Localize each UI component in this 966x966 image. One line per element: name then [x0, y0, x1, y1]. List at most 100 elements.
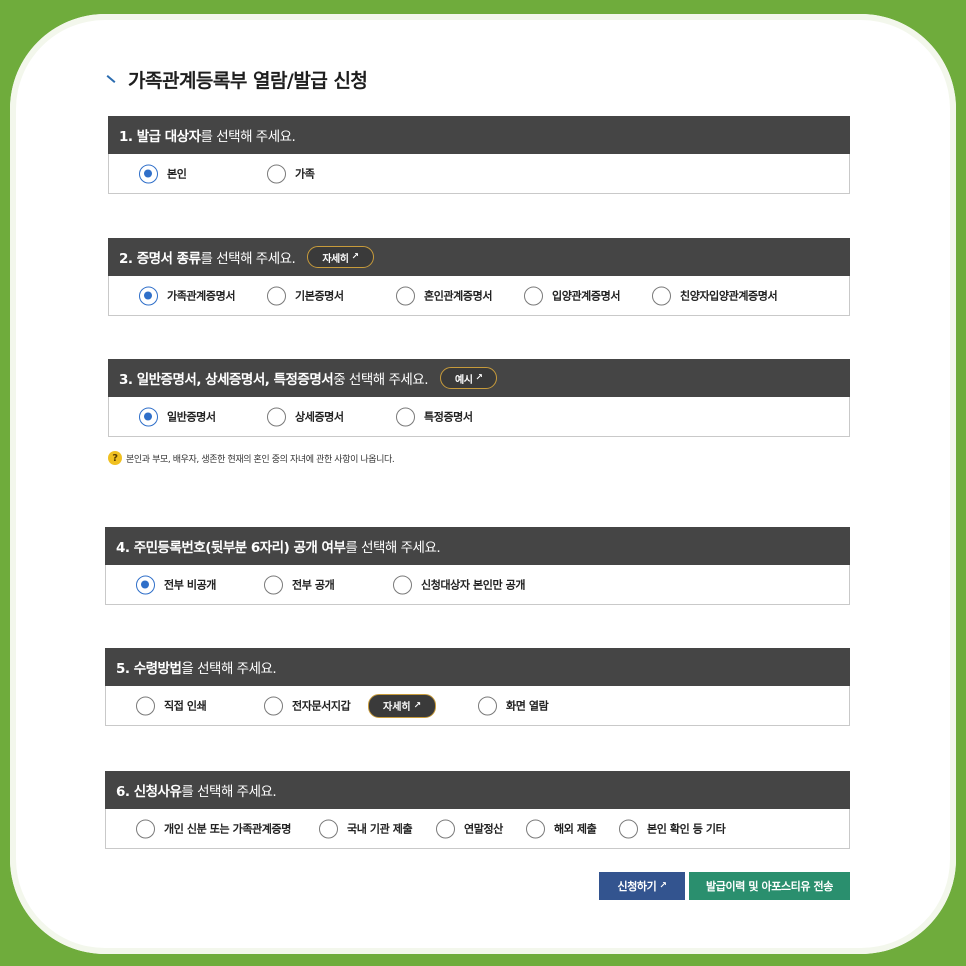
option-detailed[interactable]: 상세증명서 — [267, 407, 344, 426]
radio-icon[interactable] — [264, 696, 283, 715]
radio-checked-icon[interactable] — [139, 164, 158, 183]
radio-icon[interactable] — [136, 696, 155, 715]
detail-button[interactable]: 자세히 ↗ — [307, 246, 374, 268]
option-general[interactable]: 일반증명서 — [139, 407, 216, 426]
option-label: 개인 신분 또는 가족관계증명 — [164, 822, 291, 836]
option-basic[interactable]: 기본증명서 — [267, 286, 344, 305]
option-label: 신청대상자 본인만 공개 — [421, 578, 526, 592]
radio-checked-icon[interactable] — [136, 575, 155, 594]
radio-checked-icon[interactable] — [139, 407, 158, 426]
radio-icon[interactable] — [264, 575, 283, 594]
option-domestic[interactable]: 국내 기관 제출 — [319, 819, 413, 838]
radio-icon[interactable] — [524, 286, 543, 305]
section-title: 6. 신청사유 — [116, 784, 182, 800]
radio-icon[interactable] — [478, 696, 497, 715]
option-overseas[interactable]: 해외 제출 — [526, 819, 597, 838]
section-title-rest: 을 선택해 주세요. — [181, 661, 277, 677]
radio-checked-icon[interactable] — [139, 286, 158, 305]
option-label: 혼인관계증명서 — [424, 289, 493, 303]
section-title: 2. 증명서 종류 — [119, 251, 201, 267]
section-header: 3. 일반증명서, 상세증명서, 특정증명서 중 선택해 주세요. 예시 ↗ — [108, 359, 850, 397]
option-full-adoption[interactable]: 친양자입양관계증명서 — [652, 286, 778, 305]
radio-icon[interactable] — [436, 819, 455, 838]
option-row: 직접 인쇄 전자문서지갑 자세히 ↗ 화면 열람 — [105, 686, 850, 726]
option-all-private[interactable]: 전부 비공개 — [136, 575, 216, 594]
section-receive-method: 5. 수령방법 을 선택해 주세요. 직접 인쇄 전자문서지갑 자세히 ↗ 화면 열… — [105, 648, 850, 726]
section-title: 4. 주민등록번호(뒷부분 6자리) 공개 여부 — [116, 540, 346, 556]
send-history-button[interactable]: 발급이력 및 아포스티유 전송 — [689, 872, 850, 900]
section-title-rest: 를 선택해 주세요. — [181, 784, 277, 800]
section-header: 2. 증명서 종류 를 선택해 주세요. 자세히 ↗ — [108, 238, 850, 276]
option-family[interactable]: 가족 — [267, 164, 315, 183]
radio-icon[interactable] — [619, 819, 638, 838]
section-header: 1. 발급 대상자 를 선택해 주세요. — [108, 116, 850, 154]
radio-icon[interactable] — [396, 286, 415, 305]
option-label: 가족 — [295, 167, 315, 181]
radio-icon[interactable] — [136, 819, 155, 838]
option-specific[interactable]: 특정증명서 — [396, 407, 473, 426]
option-label: 전자문서지갑 — [292, 699, 351, 713]
radio-icon[interactable] — [267, 164, 286, 183]
option-row: 일반증명서 상세증명서 특정증명서 — [108, 397, 850, 437]
section-title: 1. 발급 대상자 — [119, 129, 201, 145]
external-link-icon: ↗ — [475, 373, 483, 383]
option-adoption[interactable]: 입양관계증명서 — [524, 286, 620, 305]
example-button[interactable]: 예시 ↗ — [440, 367, 498, 389]
option-label: 직접 인쇄 — [164, 699, 207, 713]
detail-button-label: 자세히 — [383, 702, 411, 713]
option-label: 본인 — [167, 167, 187, 181]
option-print[interactable]: 직접 인쇄 — [136, 696, 207, 715]
section-cert-type: 2. 증명서 종류 를 선택해 주세요. 자세히 ↗ 가족관계증명서 기본증명서 혼… — [108, 238, 850, 316]
apply-button[interactable]: 신청하기 ↗ — [599, 872, 685, 900]
option-row: 가족관계증명서 기본증명서 혼인관계증명서 입양관계증명서 친양자입양관계증명서 — [108, 276, 850, 316]
option-label: 가족관계증명서 — [167, 289, 236, 303]
page-title: 가족관계등록부 열람/발급 신청 — [128, 70, 368, 92]
radio-icon[interactable] — [526, 819, 545, 838]
option-label: 전부 비공개 — [164, 578, 217, 592]
option-e-wallet[interactable]: 전자문서지갑 — [264, 696, 351, 715]
option-family-relation[interactable]: 가족관계증명서 — [139, 286, 235, 305]
section-title-rest: 를 선택해 주세요. — [200, 129, 296, 145]
radio-icon[interactable] — [393, 575, 412, 594]
section-header: 6. 신청사유 를 선택해 주세요. — [105, 771, 850, 809]
option-label: 국내 기관 제출 — [347, 822, 413, 836]
section-title: 3. 일반증명서, 상세증명서, 특정증명서 — [119, 372, 334, 388]
section-title-rest: 를 선택해 주세요. — [345, 540, 441, 556]
option-label: 연말정산 — [464, 822, 503, 836]
question-icon: ? — [108, 451, 122, 465]
option-label: 상세증명서 — [295, 410, 344, 424]
option-label: 일반증명서 — [167, 410, 216, 424]
option-marriage[interactable]: 혼인관계증명서 — [396, 286, 492, 305]
option-screen-view[interactable]: 화면 열람 — [478, 696, 549, 715]
e-wallet-detail-button[interactable]: 자세히 ↗ — [368, 693, 437, 718]
section-reason: 6. 신청사유 를 선택해 주세요. 개인 신분 또는 가족관계증명 국내 기관 … — [105, 771, 850, 849]
detail-button-label: 자세히 — [322, 253, 349, 265]
radio-icon[interactable] — [319, 819, 338, 838]
external-link-icon: ↗ — [351, 252, 359, 262]
option-row: 개인 신분 또는 가족관계증명 국내 기관 제출 연말정산 해외 제출 본인 확… — [105, 809, 850, 849]
radio-icon[interactable] — [267, 407, 286, 426]
radio-icon[interactable] — [267, 286, 286, 305]
section-rrn-disclosure: 4. 주민등록번호(뒷부분 6자리) 공개 여부 를 선택해 주세요. 전부 비공… — [105, 527, 850, 605]
section-cert-kind: 3. 일반증명서, 상세증명서, 특정증명서 중 선택해 주세요. 예시 ↗ 일반… — [108, 359, 850, 437]
option-tax[interactable]: 연말정산 — [436, 819, 503, 838]
section-target: 1. 발급 대상자 를 선택해 주세요. 본인 가족 — [108, 116, 850, 194]
radio-icon[interactable] — [396, 407, 415, 426]
option-all-public[interactable]: 전부 공개 — [264, 575, 335, 594]
option-self-only[interactable]: 신청대상자 본인만 공개 — [393, 575, 525, 594]
option-label: 해외 제출 — [554, 822, 597, 836]
external-link-icon: ↗ — [659, 881, 667, 891]
option-identity[interactable]: 개인 신분 또는 가족관계증명 — [136, 819, 291, 838]
radio-icon[interactable] — [652, 286, 671, 305]
option-label: 특정증명서 — [424, 410, 473, 424]
option-label: 화면 열람 — [506, 699, 549, 713]
option-self[interactable]: 본인 — [139, 164, 187, 183]
section-title-rest: 를 선택해 주세요. — [200, 251, 296, 267]
apply-button-label: 신청하기 — [617, 880, 657, 893]
section-title-rest: 중 선택해 주세요. — [333, 372, 429, 388]
option-row: 전부 비공개 전부 공개 신청대상자 본인만 공개 — [105, 565, 850, 605]
section-header: 5. 수령방법 을 선택해 주세요. — [105, 648, 850, 686]
option-other[interactable]: 본인 확인 등 기타 — [619, 819, 726, 838]
external-link-icon: ↗ — [413, 700, 422, 711]
option-label: 전부 공개 — [292, 578, 335, 592]
